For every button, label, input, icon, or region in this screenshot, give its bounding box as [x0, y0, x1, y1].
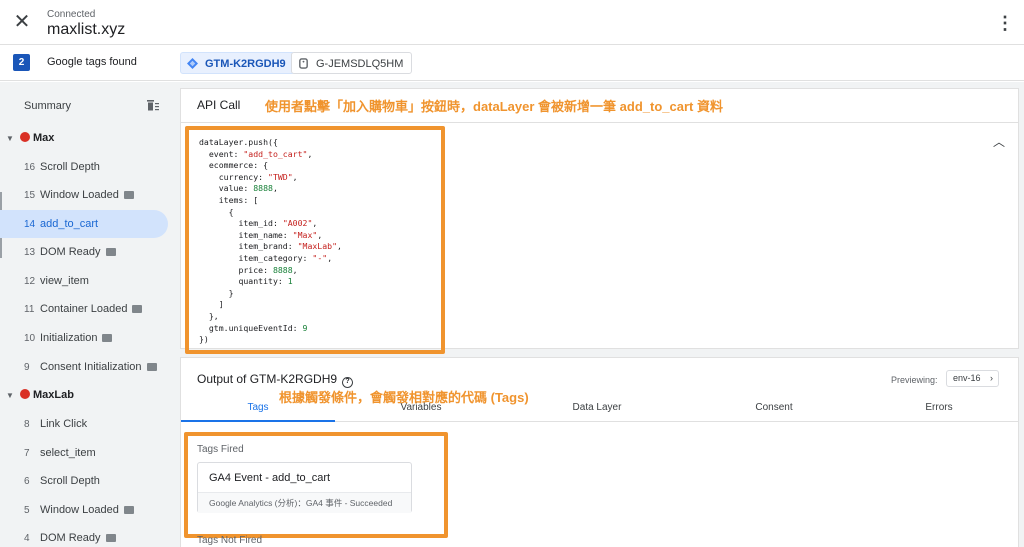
output-title-text: Output of GTM-K2RGDH9 [197, 372, 338, 386]
tab-errors[interactable]: Errors [862, 402, 1016, 413]
clear-trash-icon[interactable] [145, 97, 161, 113]
event-item[interactable]: 13 DOM Ready [0, 238, 168, 266]
event-number: 16 [24, 162, 36, 173]
code-highlight-box [185, 126, 445, 354]
event-item[interactable]: 16 Scroll Depth [0, 153, 168, 181]
event-item-active[interactable]: 14 add_to_cart [0, 210, 168, 238]
event-name: Window Loaded [40, 189, 119, 201]
section-label: Max [33, 132, 55, 144]
gtm-diamond-icon [187, 58, 198, 69]
tags-not-fired-label: Tags Not Fired [197, 535, 263, 546]
event-number: 11 [24, 304, 35, 315]
event-sidebar: Summary ▼ Max 16 Scroll Depth 15 Window Loa… [0, 82, 178, 547]
api-call-card: API Call 使用者點擊「加入購物車」按鈕時，dataLayer 會被新增一… [180, 88, 1019, 354]
api-badge-icon [123, 506, 134, 514]
event-item[interactable]: 4 DOM Ready [0, 524, 168, 547]
event-name: Link Click [40, 418, 88, 430]
section-dot-icon [20, 389, 30, 399]
chevron-right-icon: › [990, 373, 993, 383]
chevron-up-icon[interactable]: ︿ [993, 133, 1005, 150]
collapse-triangle-icon: ▼ [6, 391, 14, 400]
tag-bar: 2 Google tags found GTM-K2RGDH9 G-JEMSDL… [0, 45, 1024, 81]
site-name: maxlist.xyz [47, 21, 126, 38]
event-number: 6 [24, 476, 30, 487]
connection-status: Connected [47, 9, 96, 20]
event-item[interactable]: 15 Window Loaded [0, 181, 168, 209]
event-item[interactable]: 8 Link Click [0, 410, 168, 438]
api-call-header: API Call 使用者點擊「加入購物車」按鈕時，dataLayer 會被新增一… [181, 89, 1018, 123]
event-name: Consent Initialization [40, 361, 142, 373]
collapse-triangle-icon: ▼ [6, 134, 14, 143]
tags-found-label: Google tags found [47, 56, 137, 68]
event-name: view_item [40, 275, 89, 287]
previewing-label: Previewing: [891, 375, 938, 385]
section-label: MaxLab [33, 389, 74, 401]
event-item[interactable]: 10 Initialization [0, 324, 168, 352]
event-name: add_to_cart [40, 218, 99, 230]
event-item[interactable]: 11 Container Loaded [0, 295, 168, 323]
ga-tag-chip[interactable]: G-JEMSDLQ5HM [291, 52, 413, 74]
event-item[interactable]: 5 Window Loaded [0, 496, 168, 524]
env-label: env-16 [953, 373, 981, 383]
section-dot-icon [20, 132, 30, 142]
event-number: 14 [24, 219, 36, 230]
event-number: 12 [24, 276, 36, 287]
api-badge-icon [105, 248, 116, 256]
output-title: Output of GTM-K2RGDH9? [197, 372, 354, 388]
event-name: Scroll Depth [40, 475, 100, 487]
close-icon[interactable]: ✕ [12, 12, 32, 32]
event-number: 8 [24, 419, 30, 430]
event-number: 7 [24, 448, 30, 459]
event-number: 15 [24, 190, 36, 201]
api-badge-icon [146, 363, 157, 371]
api-badge-icon [132, 305, 143, 313]
api-call-title: API Call [197, 98, 241, 112]
header-bar: ✕ Connected maxlist.xyz ⋮ [0, 0, 1024, 45]
event-name: Container Loaded [40, 303, 128, 315]
event-name: Scroll Depth [40, 161, 100, 173]
annotation-datalayer: 使用者點擊「加入購物車」按鈕時，dataLayer 會被新增一筆 add_to_… [265, 99, 723, 114]
event-item[interactable]: 6 Scroll Depth [0, 467, 168, 495]
section-max[interactable]: ▼ Max [6, 128, 54, 148]
event-item[interactable]: 9 Consent Initialization [0, 353, 168, 381]
event-name: DOM Ready [40, 246, 101, 258]
tab-consent[interactable]: Consent [697, 402, 851, 413]
main-panel: API Call 使用者點擊「加入購物車」按鈕時，dataLayer 會被新增一… [178, 82, 1024, 547]
section-maxlab[interactable]: ▼ MaxLab [6, 385, 74, 405]
tags-highlight-box [184, 432, 448, 538]
more-vert-icon[interactable]: ⋮ [996, 13, 1014, 33]
event-name: Window Loaded [40, 504, 119, 516]
gtm-container-chip[interactable]: GTM-K2RGDH9 [180, 52, 295, 74]
event-item[interactable]: 7 select_item [0, 439, 168, 467]
active-tab-underline [181, 420, 335, 422]
event-number: 9 [24, 362, 30, 373]
event-name: select_item [40, 447, 96, 459]
api-badge-icon [105, 534, 116, 542]
api-badge-icon [102, 334, 113, 342]
env-button[interactable]: env-16 › [946, 370, 999, 387]
event-name: Initialization [40, 332, 98, 344]
tag-count-badge: 2 [13, 54, 30, 71]
event-number: 10 [24, 333, 36, 344]
ga-tag-icon [299, 58, 308, 69]
event-item[interactable]: 12 view_item [0, 267, 168, 295]
output-card: Output of GTM-K2RGDH9? Previewing: env-1… [180, 357, 1019, 547]
annotation-tags: 根據觸發條件，會觸發相對應的代碼 (Tags) [279, 390, 529, 405]
ga-chip-label: G-JEMSDLQ5HM [316, 58, 404, 70]
summary-item[interactable]: Summary [24, 100, 71, 112]
tab-data-layer[interactable]: Data Layer [520, 402, 674, 413]
api-badge-icon [123, 191, 134, 199]
event-name: DOM Ready [40, 532, 101, 544]
event-number: 13 [24, 247, 36, 258]
gtm-chip-label: GTM-K2RGDH9 [205, 58, 286, 70]
event-number: 4 [24, 533, 30, 544]
event-number: 5 [24, 505, 30, 516]
